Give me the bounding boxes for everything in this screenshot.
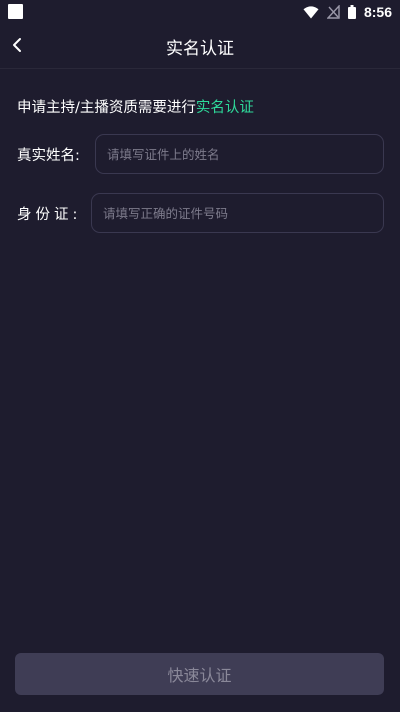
battery-icon (347, 5, 356, 19)
name-row: 真实姓名: (17, 133, 384, 175)
header: 实名认证 (0, 24, 400, 69)
notice-highlight: 实名认证 (195, 100, 254, 116)
name-label: 真实姓名: (17, 147, 80, 164)
no-signal-icon (326, 5, 340, 19)
status-bar-right: 8:56 (303, 2, 392, 22)
page-title: 实名认证 (166, 39, 234, 59)
id-input[interactable] (91, 193, 384, 233)
notification-square-icon (8, 4, 23, 19)
id-row: 身份证: (17, 192, 384, 234)
screen: 8:56 实名认证 申请主持/主播资质需要进行实名认证 真实姓名: 身份证: 快… (0, 0, 400, 712)
name-input[interactable] (95, 134, 384, 174)
notice-text: 申请主持/主播资质需要进行实名认证 (17, 96, 254, 117)
wifi-icon (303, 5, 319, 18)
status-bar: 8:56 (0, 0, 400, 24)
status-time: 8:56 (363, 4, 392, 20)
id-label: 身份证: (17, 206, 82, 223)
submit-button[interactable]: 快速认证 (15, 653, 384, 695)
notice-main: 申请主持/主播资质需要进行 (17, 100, 196, 116)
